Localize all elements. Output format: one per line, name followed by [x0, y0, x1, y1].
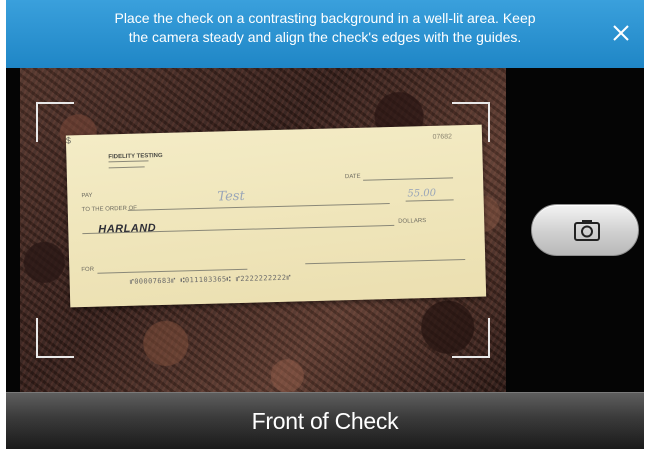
capture-side-label: Front of Check [251, 408, 399, 434]
check-payee-line [127, 203, 390, 211]
check-memo-line [97, 268, 248, 274]
guide-corner-bottom-right [452, 318, 490, 358]
close-icon[interactable] [608, 20, 634, 46]
check-address-line [108, 166, 145, 169]
capture-button[interactable] [531, 204, 639, 256]
check-pay-label: PAY [81, 192, 93, 200]
check-signature-line [305, 259, 466, 265]
instruction-text-line-1: Place the check on a contrasting backgro… [114, 10, 536, 26]
check-amount-handwriting: 55.00 [407, 187, 437, 200]
instruction-banner: Place the check on a contrasting backgro… [6, 0, 644, 68]
guide-corner-bottom-left [36, 318, 74, 358]
check-memo-label: FOR [81, 266, 95, 274]
camera-icon [574, 220, 600, 241]
check-image: FIDELITY TESTING 07682 DATE PAY TO THE O… [65, 124, 487, 308]
capture-side-bar: Front of Check [6, 392, 644, 449]
check-micr-line: ⑈00007683⑈ ⑆011103365⑆ ⑈2222222222⑈ [129, 273, 292, 286]
check-dollars-label: DOLLARS [398, 218, 427, 225]
camera-viewfinder: FIDELITY TESTING 07682 DATE PAY TO THE O… [20, 68, 506, 392]
check-brand: HARLAND [98, 222, 157, 236]
check-address-line [108, 160, 149, 163]
instruction-text-line-2: the camera steady and align the check's … [128, 29, 522, 45]
check-amount-box [405, 199, 454, 202]
check-dollar-sign: $ [65, 135, 72, 146]
check-number: 07682 [432, 133, 453, 141]
check-date-label: DATE [344, 173, 361, 181]
check-payee-handwriting: Test [217, 188, 245, 205]
check-date-line [363, 177, 454, 181]
camera-capture-screen: Place the check on a contrasting backgro… [6, 0, 644, 449]
